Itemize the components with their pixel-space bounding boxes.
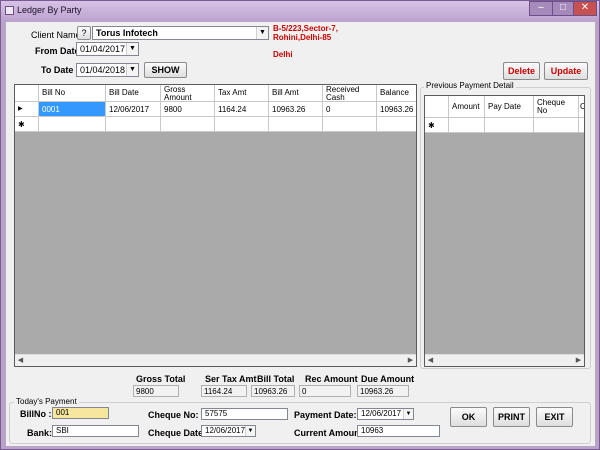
horizontal-scrollbar[interactable]: ◀ ▶	[15, 354, 416, 366]
column-header[interactable]: Pay Date	[485, 96, 534, 118]
column-header[interactable]: Received Cash	[323, 85, 377, 102]
cheque-date-picker[interactable]: 12/06/2017 ▼	[201, 425, 256, 437]
minimize-button[interactable]: –	[529, 1, 553, 16]
scroll-right-icon[interactable]: ▶	[573, 355, 584, 366]
column-header[interactable]: Bill No	[39, 85, 106, 102]
from-date-picker[interactable]: 01/04/2017 ▼	[76, 42, 139, 56]
table-cell[interactable]: 10963.26	[269, 102, 323, 117]
new-row-marker[interactable]: ✱	[15, 117, 39, 132]
previous-payment-title: Previous Payment Detail	[424, 81, 516, 90]
new-row-cell[interactable]	[39, 117, 106, 132]
rec-amount-label: Rec Amount	[305, 374, 358, 384]
rec-amount-value: 0	[299, 385, 351, 397]
app-icon	[5, 6, 14, 15]
to-date-value: 01/04/2018	[80, 65, 126, 75]
row-marker[interactable]: ▶	[15, 102, 39, 117]
table-cell[interactable]: 0001	[39, 102, 106, 117]
table-cell[interactable]: 12/06/2017	[106, 102, 161, 117]
city-label: Delhi	[273, 50, 293, 59]
table-cell[interactable]: 10963.26	[377, 102, 416, 117]
chevron-down-icon[interactable]: ▼	[126, 43, 138, 55]
bill-total-value: 10963.26	[251, 385, 295, 397]
title-bar[interactable]: Ledger By Party – □ ✕	[1, 1, 599, 21]
new-row-cell[interactable]	[323, 117, 377, 132]
exit-button[interactable]: EXIT	[536, 407, 573, 427]
column-header[interactable]: Bill Amt	[269, 85, 323, 102]
row-header-corner	[425, 96, 449, 118]
new-row-cell[interactable]	[485, 118, 534, 133]
gross-total-label: Gross Total	[136, 374, 186, 384]
client-select-value: Torus Infotech	[96, 28, 158, 38]
bill-no-label: BillNo :	[20, 409, 52, 419]
new-row-marker[interactable]: ✱	[425, 118, 449, 133]
maximize-button[interactable]: □	[552, 1, 574, 16]
show-button[interactable]: SHOW	[144, 62, 187, 78]
bill-no-input[interactable]: 001	[52, 407, 109, 419]
column-header[interactable]: Bill Date	[106, 85, 161, 102]
ser-tax-label: Ser Tax Amt	[205, 374, 257, 384]
current-amount-input[interactable]: 10963	[357, 425, 440, 437]
print-button[interactable]: PRINT	[493, 407, 530, 427]
bank-input[interactable]: SBI	[52, 425, 139, 437]
ser-tax-value: 1164.24	[201, 385, 247, 397]
new-row-cell[interactable]	[161, 117, 215, 132]
new-row-cell[interactable]	[534, 118, 579, 133]
scroll-left-icon[interactable]: ◀	[425, 355, 436, 366]
due-amount-label: Due Amount	[361, 374, 415, 384]
chevron-down-icon[interactable]: ▼	[256, 27, 268, 39]
window-title: Ledger By Party	[17, 5, 82, 15]
new-row-cell[interactable]	[449, 118, 485, 133]
form-body: Client Name ? Torus Infotech ▼ B-5/223,S…	[6, 22, 595, 446]
address-line1: B-5/223,Sector-7,	[273, 24, 338, 33]
cheque-no-input[interactable]: 57575	[201, 408, 288, 420]
to-date-label: To Date	[41, 65, 74, 75]
column-header[interactable]: Ch	[579, 96, 584, 118]
update-button[interactable]: Update	[544, 62, 588, 80]
column-header[interactable]: Amount	[449, 96, 485, 118]
horizontal-scrollbar[interactable]: ◀ ▶	[425, 354, 584, 366]
payment-date-value: 12/06/2017	[361, 409, 402, 418]
to-date-picker[interactable]: 01/04/2018 ▼	[76, 63, 139, 77]
column-header[interactable]: Tax Amt	[215, 85, 269, 102]
chevron-down-icon[interactable]: ▼	[403, 409, 413, 419]
from-date-label: From Date	[35, 46, 80, 56]
ledger-grid[interactable]: Bill No Bill Date Gross Amount Tax Amt B…	[14, 84, 417, 367]
from-date-value: 01/04/2017	[80, 44, 126, 54]
column-header[interactable]: Gross Amount	[161, 85, 215, 102]
new-row-cell[interactable]	[579, 118, 584, 133]
delete-button[interactable]: Delete	[503, 62, 540, 80]
scroll-left-icon[interactable]: ◀	[15, 355, 26, 366]
todays-payment-title: Today's Payment	[14, 397, 79, 406]
payment-grid[interactable]: Amount Pay Date Cheque No Ch ✱ ◀ ▶	[424, 95, 585, 367]
table-cell[interactable]: 9800	[161, 102, 215, 117]
cheque-no-label: Cheque No:	[148, 410, 199, 420]
payment-date-label: Payment Date:	[294, 410, 357, 420]
new-row-cell[interactable]	[106, 117, 161, 132]
payment-date-picker[interactable]: 12/06/2017 ▼	[357, 408, 414, 420]
due-amount-value: 10963.26	[357, 385, 409, 397]
bill-total-label: Bill Total	[257, 374, 295, 384]
new-row-cell[interactable]	[215, 117, 269, 132]
cheque-date-label: Cheque Date:	[148, 428, 207, 438]
client-name-label: Client Name	[31, 30, 81, 40]
column-header[interactable]: Balance	[377, 85, 416, 102]
cheque-date-value: 12/06/2017	[205, 426, 246, 435]
close-button[interactable]: ✕	[573, 1, 597, 16]
application-window: Ledger By Party – □ ✕ Client Name ? Toru…	[0, 0, 600, 450]
ok-button[interactable]: OK	[450, 407, 487, 427]
table-cell[interactable]: 1164.24	[215, 102, 269, 117]
client-select[interactable]: Torus Infotech ▼	[92, 26, 269, 40]
chevron-down-icon[interactable]: ▼	[245, 426, 255, 436]
column-header[interactable]: Cheque No	[534, 96, 579, 118]
new-row-cell[interactable]	[269, 117, 323, 132]
chevron-down-icon[interactable]: ▼	[126, 64, 138, 76]
table-cell[interactable]: 0	[323, 102, 377, 117]
address-line2: Rohini,Delhi-85	[273, 33, 332, 42]
bank-label: Bank:	[27, 428, 53, 438]
client-help-button[interactable]: ?	[77, 26, 91, 40]
new-row-cell[interactable]	[377, 117, 416, 132]
scroll-right-icon[interactable]: ▶	[405, 355, 416, 366]
gross-total-value: 9800	[133, 385, 179, 397]
row-header-corner	[15, 85, 39, 102]
